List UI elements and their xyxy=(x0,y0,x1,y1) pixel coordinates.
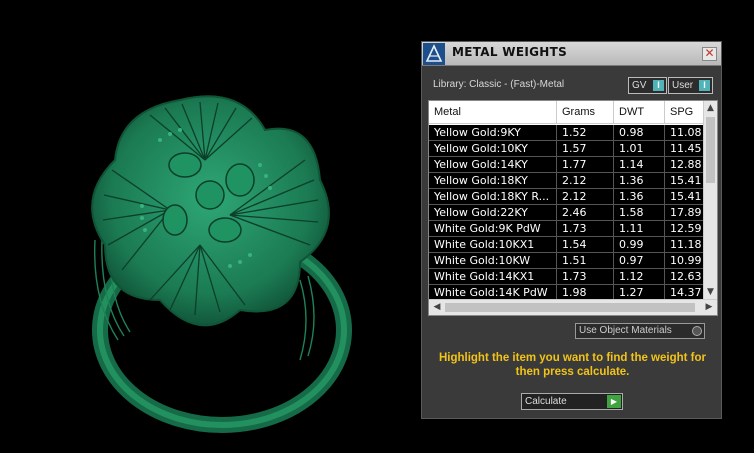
table-cell-metal: Yellow Gold:14KY xyxy=(429,157,557,173)
table-cell-dwt: 1.01 xyxy=(614,141,665,157)
table-row[interactable]: Yellow Gold:18KY 2.12 1.36 15.41 xyxy=(429,173,705,189)
table-row[interactable]: White Gold:10KW 1.51 0.97 10.99 xyxy=(429,253,705,269)
table-cell-dwt: 1.11 xyxy=(614,221,665,237)
title-bar[interactable]: METAL WEIGHTS ✕ xyxy=(422,42,721,66)
vertical-scroll-thumb[interactable] xyxy=(706,117,715,183)
table-cell-dwt: 0.98 xyxy=(614,125,665,141)
vertical-scrollbar[interactable]: ▲ ▼ xyxy=(703,101,717,299)
library-label: Library: Classic - (Fast)-Metal xyxy=(433,79,565,90)
table-cell-grams: 1.73 xyxy=(557,269,614,285)
ring-model-render xyxy=(91,95,352,433)
table-cell-grams: 2.12 xyxy=(557,189,614,205)
table-cell-dwt: 1.36 xyxy=(614,189,665,205)
metal-weights-panel: METAL WEIGHTS ✕ Library: Classic - (Fast… xyxy=(421,41,722,419)
table-cell-dwt: 1.36 xyxy=(614,173,665,189)
app-logo-icon xyxy=(423,43,445,65)
close-icon: ✕ xyxy=(704,46,715,60)
use-object-materials-label: Use Object Materials xyxy=(579,325,672,336)
table-cell-grams: 1.57 xyxy=(557,141,614,157)
table-cell-metal: Yellow Gold:18KY xyxy=(429,173,557,189)
radio-circle-icon xyxy=(692,326,702,336)
table-cell-dwt: 1.58 xyxy=(614,205,665,221)
table-cell-metal: White Gold:10KX1 xyxy=(429,237,557,253)
calculate-label: Calculate xyxy=(525,396,567,407)
close-button[interactable]: ✕ xyxy=(702,47,717,61)
table-header: Metal Grams DWT SPG xyxy=(429,101,705,124)
toggle-knob-icon: I xyxy=(653,80,664,91)
table-cell-grams: 1.73 xyxy=(557,221,614,237)
window-title: METAL WEIGHTS xyxy=(452,45,568,59)
table-cell-dwt: 1.12 xyxy=(614,269,665,285)
table-cell-metal: White Gold:10KW xyxy=(429,253,557,269)
user-toggle-label: User xyxy=(672,80,694,91)
table-cell-metal: White Gold:9K PdW xyxy=(429,221,557,237)
use-object-materials-toggle[interactable]: Use Object Materials xyxy=(575,323,705,339)
gv-toggle-label: GV xyxy=(632,80,647,91)
table-cell-grams: 1.77 xyxy=(557,157,614,173)
table-row[interactable]: Yellow Gold:18KY R... 2.12 1.36 15.41 xyxy=(429,189,705,205)
table-row[interactable]: Yellow Gold:14KY 1.77 1.14 12.88 xyxy=(429,157,705,173)
table-cell-metal: Yellow Gold:10KY xyxy=(429,141,557,157)
table-row[interactable]: White Gold:14KX1 1.73 1.12 12.63 xyxy=(429,269,705,285)
play-icon: ▶ xyxy=(607,395,621,408)
table-cell-grams: 1.51 xyxy=(557,253,614,269)
table-cell-metal: Yellow Gold:9KY xyxy=(429,125,557,141)
metal-weights-table[interactable]: Metal Grams DWT SPG Yellow Gold:9KY 1.52 0… xyxy=(428,100,718,316)
column-header-dwt[interactable]: DWT xyxy=(614,101,665,124)
scroll-down-icon[interactable]: ▼ xyxy=(704,286,717,298)
scroll-left-icon[interactable]: ◀ xyxy=(431,300,443,315)
instruction-text: Highlight the item you want to find the … xyxy=(438,352,707,378)
user-toggle[interactable]: User I xyxy=(668,77,713,94)
table-cell-metal: Yellow Gold:18KY R... xyxy=(429,189,557,205)
table-cell-grams: 2.12 xyxy=(557,173,614,189)
column-header-metal[interactable]: Metal xyxy=(429,101,557,124)
horizontal-scrollbar[interactable]: ◀ ▶ xyxy=(429,299,717,315)
toggle-knob-icon: I xyxy=(699,80,710,91)
column-header-grams[interactable]: Grams xyxy=(557,101,614,124)
table-cell-grams: 1.52 xyxy=(557,125,614,141)
calculate-button[interactable]: Calculate ▶ xyxy=(521,393,623,410)
table-row[interactable]: Yellow Gold:22KY 2.46 1.58 17.89 xyxy=(429,205,705,221)
table-row[interactable]: White Gold:10KX1 1.54 0.99 11.18 xyxy=(429,237,705,253)
table-cell-grams: 1.54 xyxy=(557,237,614,253)
scroll-up-icon[interactable]: ▲ xyxy=(704,102,717,114)
table-cell-dwt: 0.99 xyxy=(614,237,665,253)
scroll-right-icon[interactable]: ▶ xyxy=(703,300,715,315)
table-cell-metal: White Gold:14KX1 xyxy=(429,269,557,285)
table-row[interactable]: White Gold:9K PdW 1.73 1.11 12.59 xyxy=(429,221,705,237)
table-body: Yellow Gold:9KY 1.52 0.98 11.08 Yellow Gold:… xyxy=(429,125,705,301)
table-cell-metal: Yellow Gold:22KY xyxy=(429,205,557,221)
table-cell-grams: 2.46 xyxy=(557,205,614,221)
table-cell-dwt: 0.97 xyxy=(614,253,665,269)
gv-toggle[interactable]: GV I xyxy=(628,77,667,94)
table-cell-dwt: 1.14 xyxy=(614,157,665,173)
table-row[interactable]: Yellow Gold:9KY 1.52 0.98 11.08 xyxy=(429,125,705,141)
horizontal-scroll-thumb[interactable] xyxy=(445,303,695,312)
table-row[interactable]: Yellow Gold:10KY 1.57 1.01 11.45 xyxy=(429,141,705,157)
3d-viewport[interactable] xyxy=(0,0,420,453)
